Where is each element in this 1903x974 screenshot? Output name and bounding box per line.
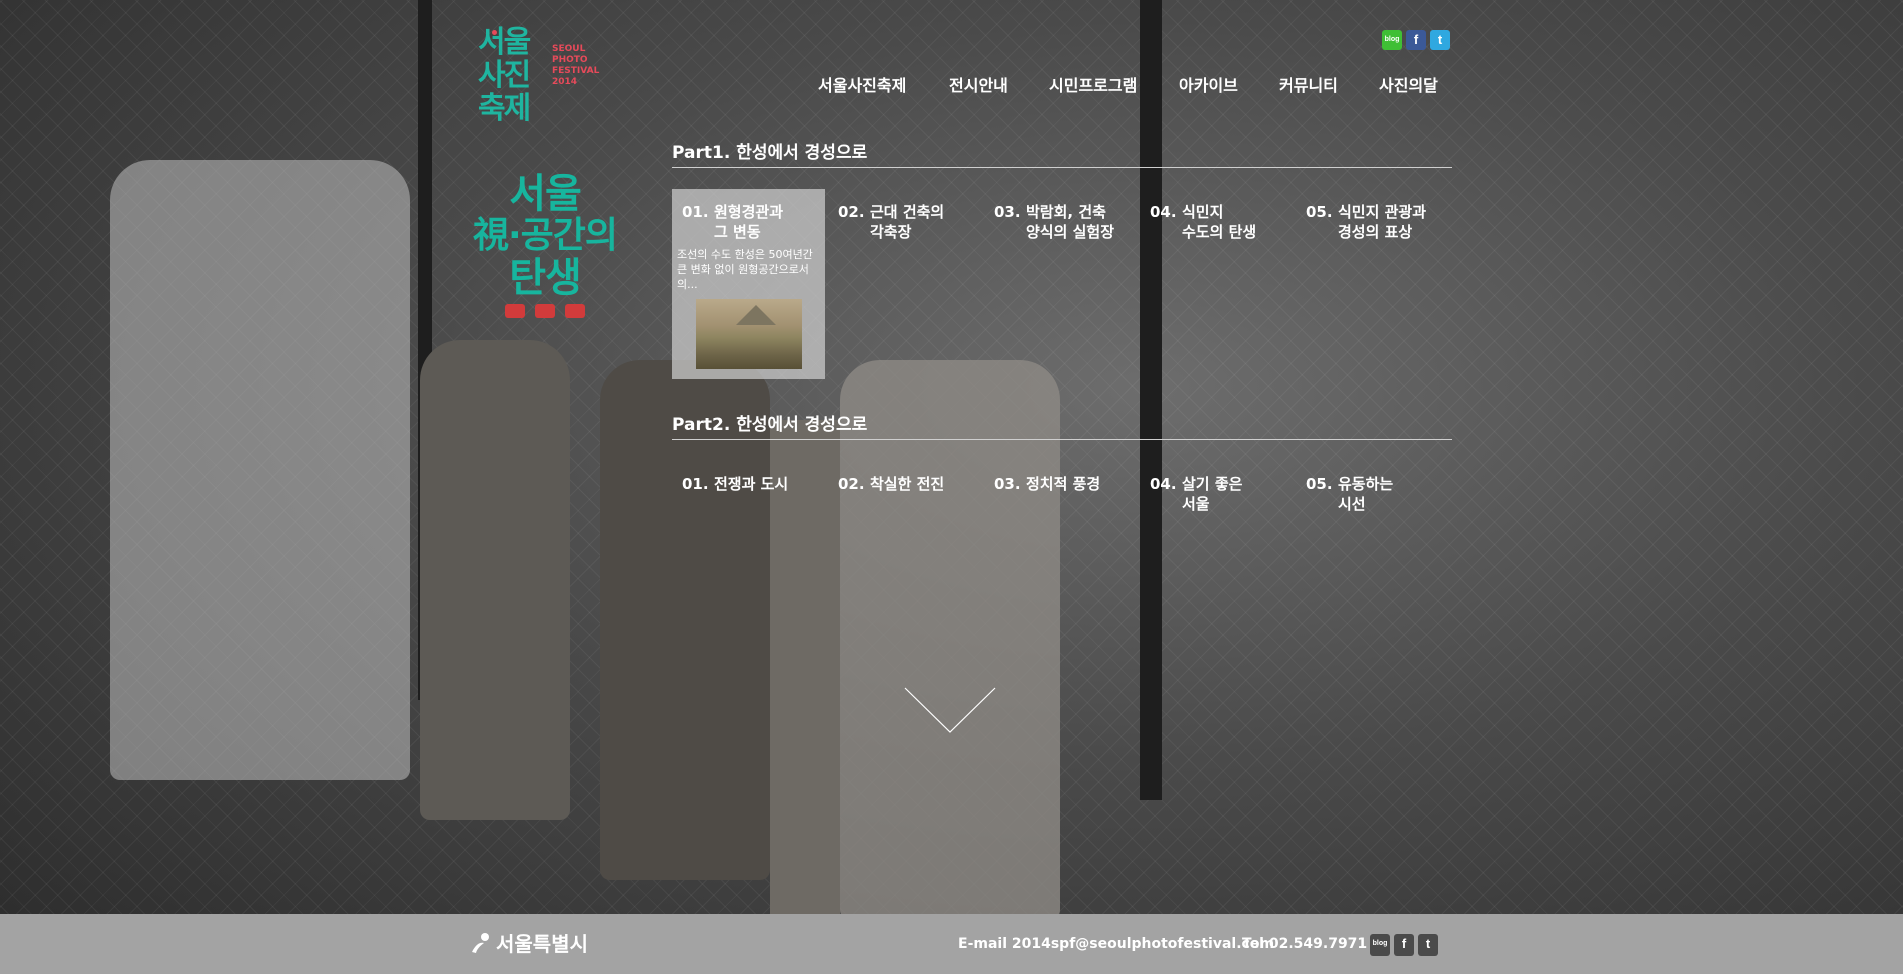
item-title-line1: 식민지	[1182, 203, 1224, 221]
item-title-line1: 원형경관과	[714, 203, 784, 221]
item-title-line1: 유동하는	[1338, 475, 1394, 493]
exhibition-logo-marks	[470, 304, 620, 318]
part2-divider	[672, 439, 1452, 440]
item-title-line1: 살기 좋은	[1182, 475, 1243, 493]
item-number: 05.	[1306, 203, 1333, 221]
top-social-links: blog f t	[1382, 30, 1450, 50]
part1-active-description: 조선의 수도 한성은 50여년간 큰 변화 없이 원형공간으로서의...	[677, 248, 813, 291]
nav-item-festival[interactable]: 서울사진축제	[818, 72, 906, 96]
item-title-line1: 식민지 관광과	[1338, 203, 1427, 221]
child-figure	[420, 340, 570, 820]
part1-item-3[interactable]: 03. 박람회, 건축 양식의 실험장	[994, 202, 1148, 242]
item-title-line2: 그 변동	[714, 223, 761, 241]
footer-email[interactable]: E-mail 2014spf@seoulphotofestival.com	[958, 936, 1274, 952]
item-title-line2: 서울	[1182, 495, 1210, 513]
item-number: 04.	[1150, 475, 1177, 493]
item-number: 04.	[1150, 203, 1177, 221]
nav-item-community[interactable]: 커뮤니티	[1279, 72, 1338, 96]
logo-english: SEOUL PHOTO FESTIVAL 2014	[552, 44, 599, 88]
item-title-line1: 착실한 전진	[870, 475, 945, 493]
logo-english-line: PHOTO	[552, 55, 588, 65]
item-title-line1: 정치적 풍경	[1026, 475, 1101, 493]
item-title-line1: 박람회, 건축	[1026, 203, 1106, 221]
part2-item-1[interactable]: 01. 전쟁과 도시	[682, 474, 836, 494]
item-number: 01.	[682, 203, 709, 221]
footer: 서울특별시 E-mail 2014spf@seoulphotofestival.…	[0, 914, 1903, 974]
logo-english-line: FESTIVAL	[552, 66, 600, 76]
seoul-city-logo[interactable]: 서울특별시	[470, 928, 588, 957]
item-title-line1: 근대 건축의	[870, 203, 945, 221]
red-mark-icon	[565, 304, 585, 318]
exhibition-logo-line: 서울	[509, 171, 582, 217]
blog-icon[interactable]: blog	[1382, 30, 1402, 50]
item-number: 02.	[838, 203, 865, 221]
part2-item-4[interactable]: 04. 살기 좋은 서울	[1150, 474, 1304, 514]
part2-item-3[interactable]: 03. 정치적 풍경	[994, 474, 1148, 494]
part2-title: Part2. 한성에서 경성으로	[672, 415, 868, 435]
fence-post	[1140, 0, 1162, 800]
part1-item-1[interactable]: 01. 원형경관과 그 변동	[682, 202, 836, 242]
part1-item-5[interactable]: 05. 식민지 관광과 경성의 표상	[1306, 202, 1460, 242]
nav-item-photo-month[interactable]: 사진의달	[1379, 72, 1438, 96]
part1-divider	[672, 167, 1452, 168]
thumbnail-mountain	[736, 305, 776, 325]
facebook-icon[interactable]: f	[1394, 934, 1414, 956]
scroll-down-chevron-icon[interactable]	[900, 684, 1000, 734]
part2-item-2[interactable]: 02. 착실한 전진	[838, 474, 992, 494]
item-title-line2: 경성의 표상	[1338, 223, 1413, 241]
exhibition-logo-line: 탄생	[509, 255, 582, 301]
nav-item-citizen-program[interactable]: 시민프로그램	[1049, 72, 1137, 96]
blog-icon[interactable]: blog	[1370, 934, 1390, 956]
facebook-icon[interactable]: f	[1406, 30, 1426, 50]
item-title-line2: 시선	[1338, 495, 1366, 513]
exhibition-logo-line: 視·공간의	[472, 215, 618, 256]
item-number: 03.	[994, 203, 1021, 221]
part1-active-thumbnail[interactable]	[696, 299, 802, 369]
part1-item-4[interactable]: 04. 식민지 수도의 탄생	[1150, 202, 1304, 242]
item-number: 05.	[1306, 475, 1333, 493]
festival-logo[interactable]: 서울 사진 축제 SEOUL PHOTO FESTIVAL 2014	[478, 26, 608, 125]
fence-post	[770, 420, 840, 920]
seoul-city-name: 서울특별시	[496, 932, 588, 956]
footer-tel: Tel 02.549.7971	[1242, 936, 1368, 952]
logo-english-line: SEOUL	[552, 44, 586, 54]
item-title-line2: 수도의 탄생	[1182, 223, 1257, 241]
red-mark-icon	[505, 304, 525, 318]
twitter-icon[interactable]: t	[1418, 934, 1438, 956]
part1-item-2[interactable]: 02. 근대 건축의 각축장	[838, 202, 992, 242]
nav-item-archive[interactable]: 아카이브	[1179, 72, 1238, 96]
child-figure	[840, 360, 1060, 920]
red-mark-icon	[535, 304, 555, 318]
logo-hangul: 서울 사진 축제	[478, 26, 550, 125]
logo-english-line: 2014	[552, 77, 578, 87]
item-number: 03.	[994, 475, 1021, 493]
part1-title: Part1. 한성에서 경성으로	[672, 143, 868, 163]
item-title-line2: 각축장	[870, 223, 912, 241]
item-title-line2: 양식의 실험장	[1026, 223, 1115, 241]
twitter-icon[interactable]: t	[1430, 30, 1450, 50]
logo-hangul-line: 서울	[478, 25, 531, 60]
item-title-line1: 전쟁과 도시	[714, 475, 789, 493]
logo-hangul-line: 축제	[478, 91, 531, 126]
child-figure	[600, 360, 770, 880]
person-figure	[110, 160, 410, 780]
nav-item-exhibition[interactable]: 전시안내	[949, 72, 1008, 96]
item-number: 01.	[682, 475, 709, 493]
seoul-logo-icon	[472, 933, 489, 953]
exhibition-logo: 서울 視·공간의 탄생	[470, 172, 620, 332]
item-number: 02.	[838, 475, 865, 493]
footer-social-links: blog f t	[1370, 934, 1438, 956]
logo-hangul-line: 사진	[478, 58, 531, 93]
part2-item-5[interactable]: 05. 유동하는 시선	[1306, 474, 1460, 514]
